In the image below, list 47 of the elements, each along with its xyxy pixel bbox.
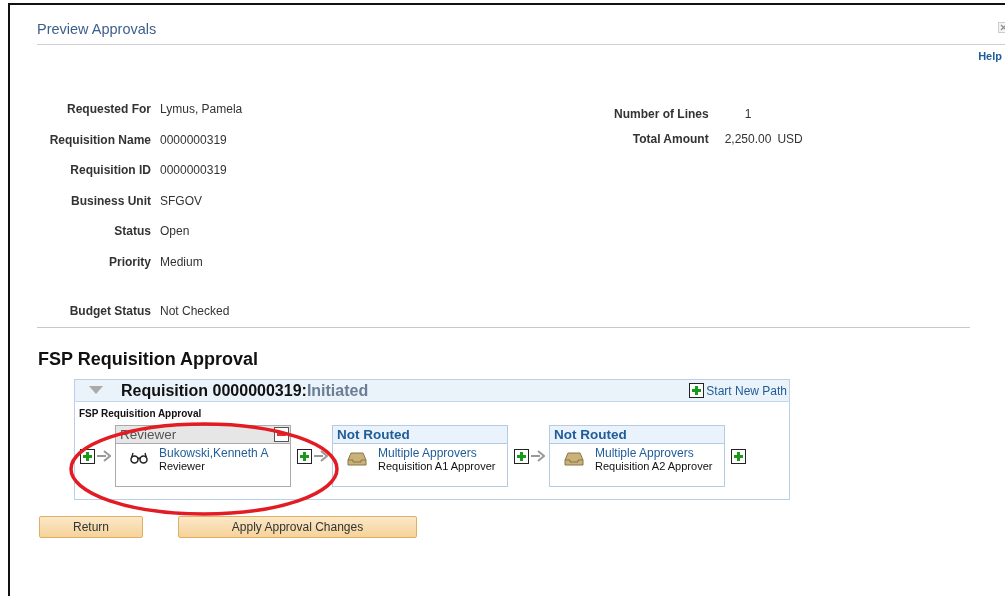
arrow-icon xyxy=(531,450,545,462)
arrow-icon xyxy=(314,450,328,462)
inbox-tray-icon xyxy=(564,452,584,466)
approver-link[interactable]: Multiple Approvers xyxy=(595,446,713,460)
arrow-icon xyxy=(97,450,111,462)
field-value: Open xyxy=(160,224,191,240)
field-value: Medium xyxy=(160,254,204,271)
approver-link[interactable]: Bukowski,Kenneth A xyxy=(159,446,269,460)
field-label: Number of Lines xyxy=(614,107,709,123)
requisition-status: Initiated xyxy=(306,381,369,400)
field-value: 0000000319 xyxy=(160,163,228,179)
field-label: Requested For xyxy=(66,102,151,118)
requisition-title: Requisition 0000000319: xyxy=(121,381,307,400)
field-value: 2,250.00 xyxy=(724,132,772,148)
field-label: Requisition Name xyxy=(48,132,151,149)
add-icon[interactable] xyxy=(689,383,705,398)
currency-code: USD xyxy=(777,132,803,148)
field-label: Total Amount xyxy=(631,132,709,148)
step-header: Not Routed xyxy=(554,427,627,442)
add-step-icon[interactable] xyxy=(514,448,529,464)
field-value: 0000000319 xyxy=(160,132,228,149)
window-title: Preview Approvals xyxy=(37,20,157,37)
action-button[interactable]: Apply Approval Changes xyxy=(178,516,417,538)
field-label: Status xyxy=(113,224,151,240)
inbox-tray-icon xyxy=(347,452,367,466)
section-heading: FSP Requisition Approval xyxy=(38,349,260,371)
field-value: SFGOV xyxy=(160,193,203,210)
field-value: Lymus, Pamela xyxy=(160,102,243,118)
path-name: FSP Requisition Approval xyxy=(79,408,203,419)
approver-role: Requisition A1 Approver xyxy=(378,460,496,472)
approver-link[interactable]: Multiple Approvers xyxy=(378,446,496,460)
glasses-icon xyxy=(130,452,148,464)
approver-role: Requisition A2 Approver xyxy=(595,460,713,472)
close-icon xyxy=(1000,24,1005,31)
action-button[interactable]: Return xyxy=(39,516,143,538)
field-label: Budget Status xyxy=(68,304,151,318)
add-step-icon[interactable] xyxy=(731,448,746,464)
step-header: Not Routed xyxy=(337,427,410,442)
add-step-icon[interactable] xyxy=(297,448,312,464)
field-value: Not Checked xyxy=(160,304,231,318)
field-label: Business Unit xyxy=(70,193,151,210)
help-link[interactable]: Help xyxy=(978,50,1002,62)
field-label: Priority xyxy=(108,254,151,271)
start-new-path-link[interactable]: Start New Path xyxy=(706,383,787,398)
approver-role: Reviewer xyxy=(159,460,206,472)
field-value: 1 xyxy=(744,107,752,123)
field-label: Requisition ID xyxy=(69,163,151,179)
